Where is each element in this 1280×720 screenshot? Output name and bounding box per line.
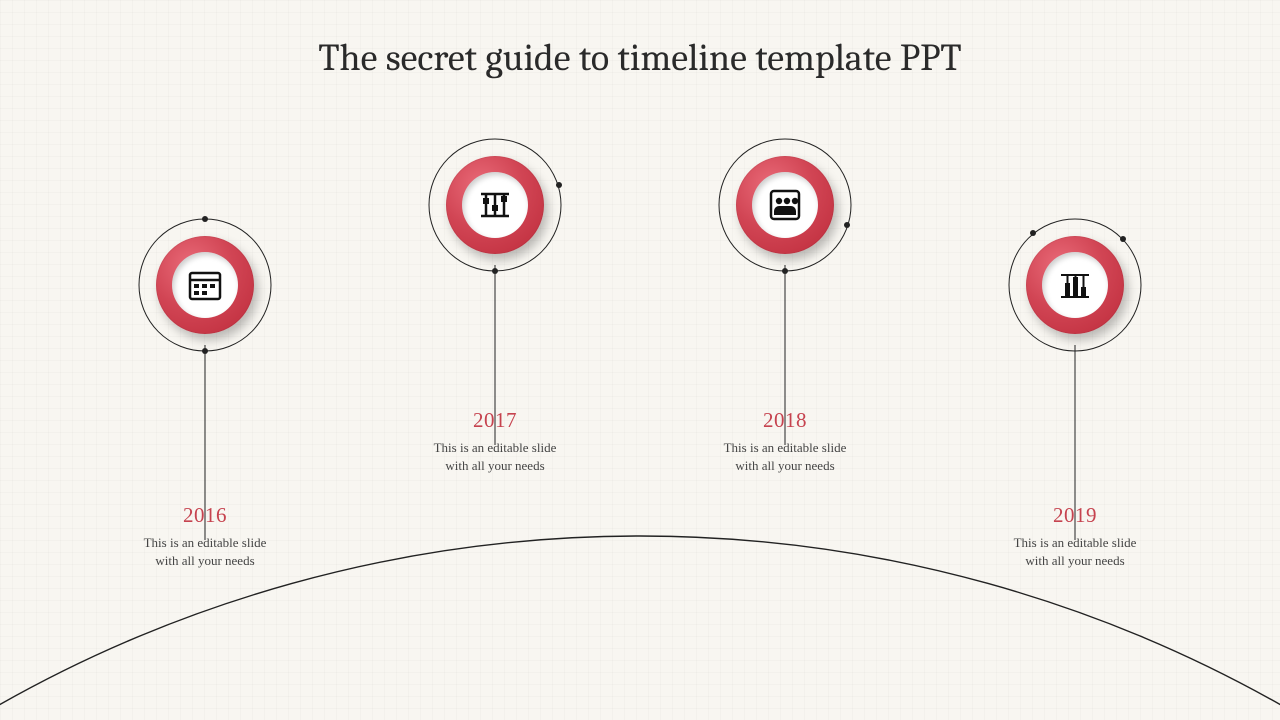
desc-line2: with all your needs: [735, 458, 834, 473]
desc-line2: with all your needs: [445, 458, 544, 473]
desc-line1: This is an editable slide: [434, 440, 557, 455]
year-label: 2019: [975, 503, 1175, 528]
desc-line2: with all your needs: [1025, 553, 1124, 568]
timeline-node-2018: 2018 This is an editable slide with all …: [685, 135, 885, 275]
year-desc: This is an editable slide with all your …: [105, 534, 305, 569]
people-frame-icon: [765, 185, 805, 225]
badge-wrap: [425, 135, 565, 275]
badge-wrap: [715, 135, 855, 275]
desc-line2: with all your needs: [155, 553, 254, 568]
year-label: 2016: [105, 503, 305, 528]
year-label: 2018: [685, 408, 885, 433]
year-label: 2017: [395, 408, 595, 433]
year-desc: This is an editable slide with all your …: [685, 439, 885, 474]
sliders-icon: [475, 185, 515, 225]
badge-wrap: [1005, 215, 1145, 355]
year-desc: This is an editable slide with all your …: [975, 534, 1175, 569]
desc-line1: This is an editable slide: [1014, 535, 1137, 550]
year-desc: This is an editable slide with all your …: [395, 439, 595, 474]
timeline-node-2016: 2016 This is an editable slide with all …: [105, 215, 305, 355]
timeline-base-arc: [0, 0, 1280, 720]
timeline-node-2017: 2017 This is an editable slide with all …: [395, 135, 595, 275]
bar-chart-icon: [1055, 265, 1095, 305]
calendar-icon: [185, 265, 225, 305]
slide-title: The secret guide to timeline template PP…: [0, 36, 1280, 80]
desc-line1: This is an editable slide: [724, 440, 847, 455]
timeline-node-2019: 2019 This is an editable slide with all …: [975, 215, 1175, 355]
badge-wrap: [135, 215, 275, 355]
desc-line1: This is an editable slide: [144, 535, 267, 550]
